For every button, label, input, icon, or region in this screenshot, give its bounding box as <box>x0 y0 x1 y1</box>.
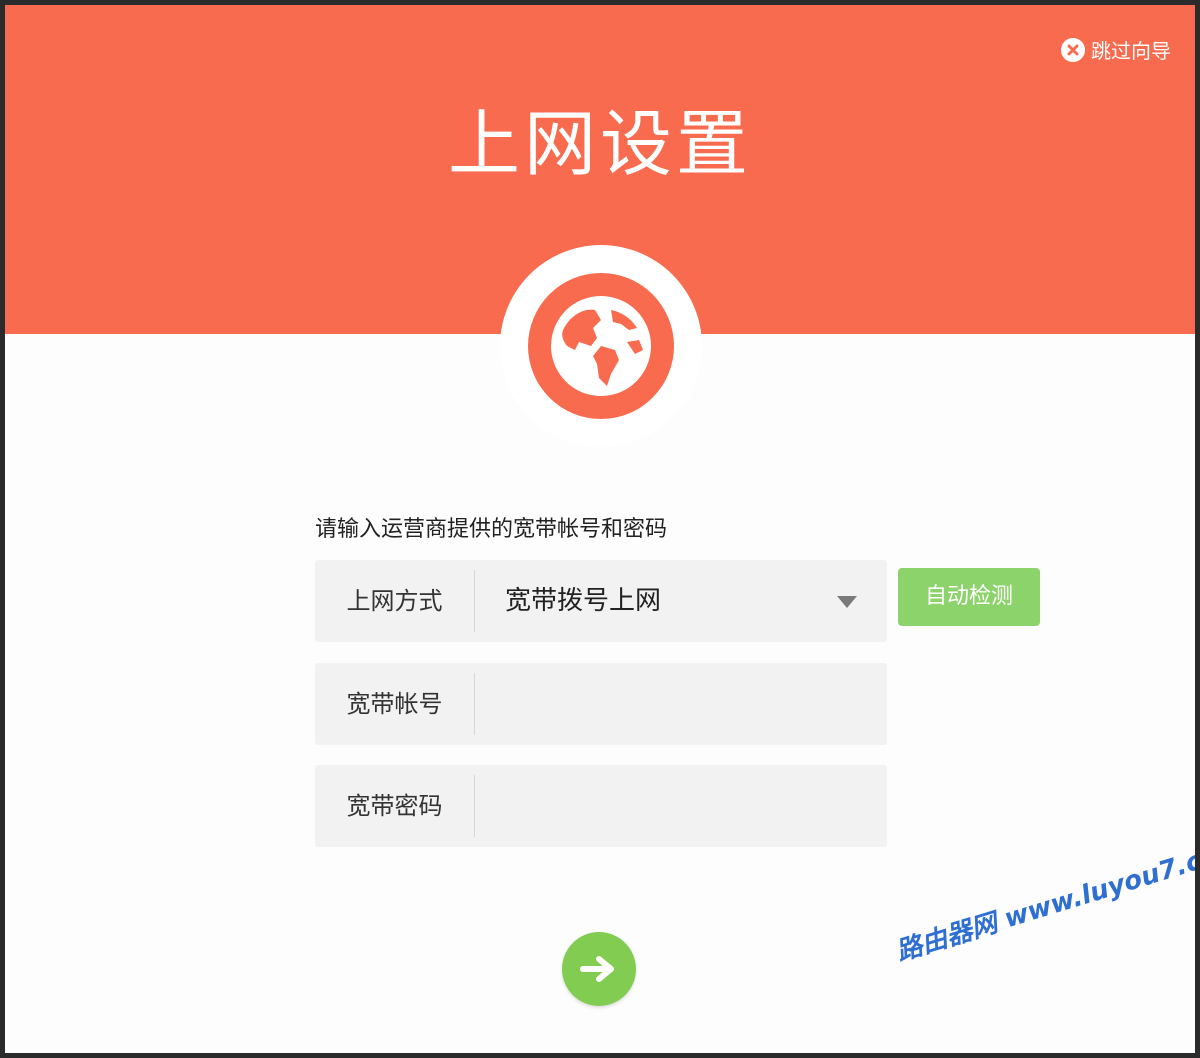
arrow-right-icon <box>580 956 614 982</box>
account-field-box[interactable] <box>475 673 887 735</box>
password-label: 宽带密码 <box>315 775 475 837</box>
account-field[interactable] <box>505 673 887 735</box>
connection-mode-select[interactable]: 上网方式 宽带拨号上网 <box>315 560 887 642</box>
form-prompt: 请输入运营商提供的宽带帐号和密码 <box>315 517 668 542</box>
globe-icon <box>528 273 674 419</box>
password-field-box[interactable] <box>475 775 887 837</box>
account-label: 宽带帐号 <box>315 673 475 735</box>
watermark: 路由器网 www.luyou7.cn <box>892 840 1200 968</box>
page-title: 上网设置 <box>447 102 752 186</box>
skip-wizard-button[interactable]: 跳过向导 <box>1061 35 1171 64</box>
connection-mode-value: 宽带拨号上网 <box>505 586 662 616</box>
skip-wizard-label: 跳过向导 <box>1091 39 1171 63</box>
connection-mode-label: 上网方式 <box>315 570 475 632</box>
password-field[interactable] <box>505 775 887 837</box>
auto-detect-button[interactable]: 自动检测 <box>898 568 1040 626</box>
router-setup-page: 跳过向导 上网设置 请输入运营商提供的宽带帐号和密码 上网方式 宽带拨号上网 自… <box>0 0 1200 1058</box>
chevron-down-icon[interactable] <box>837 596 857 608</box>
next-button[interactable] <box>562 932 636 1006</box>
password-row: 宽带密码 <box>315 765 887 847</box>
connection-mode-value-box[interactable]: 宽带拨号上网 <box>475 570 887 632</box>
account-row: 宽带帐号 <box>315 663 887 745</box>
close-icon <box>1061 37 1085 62</box>
